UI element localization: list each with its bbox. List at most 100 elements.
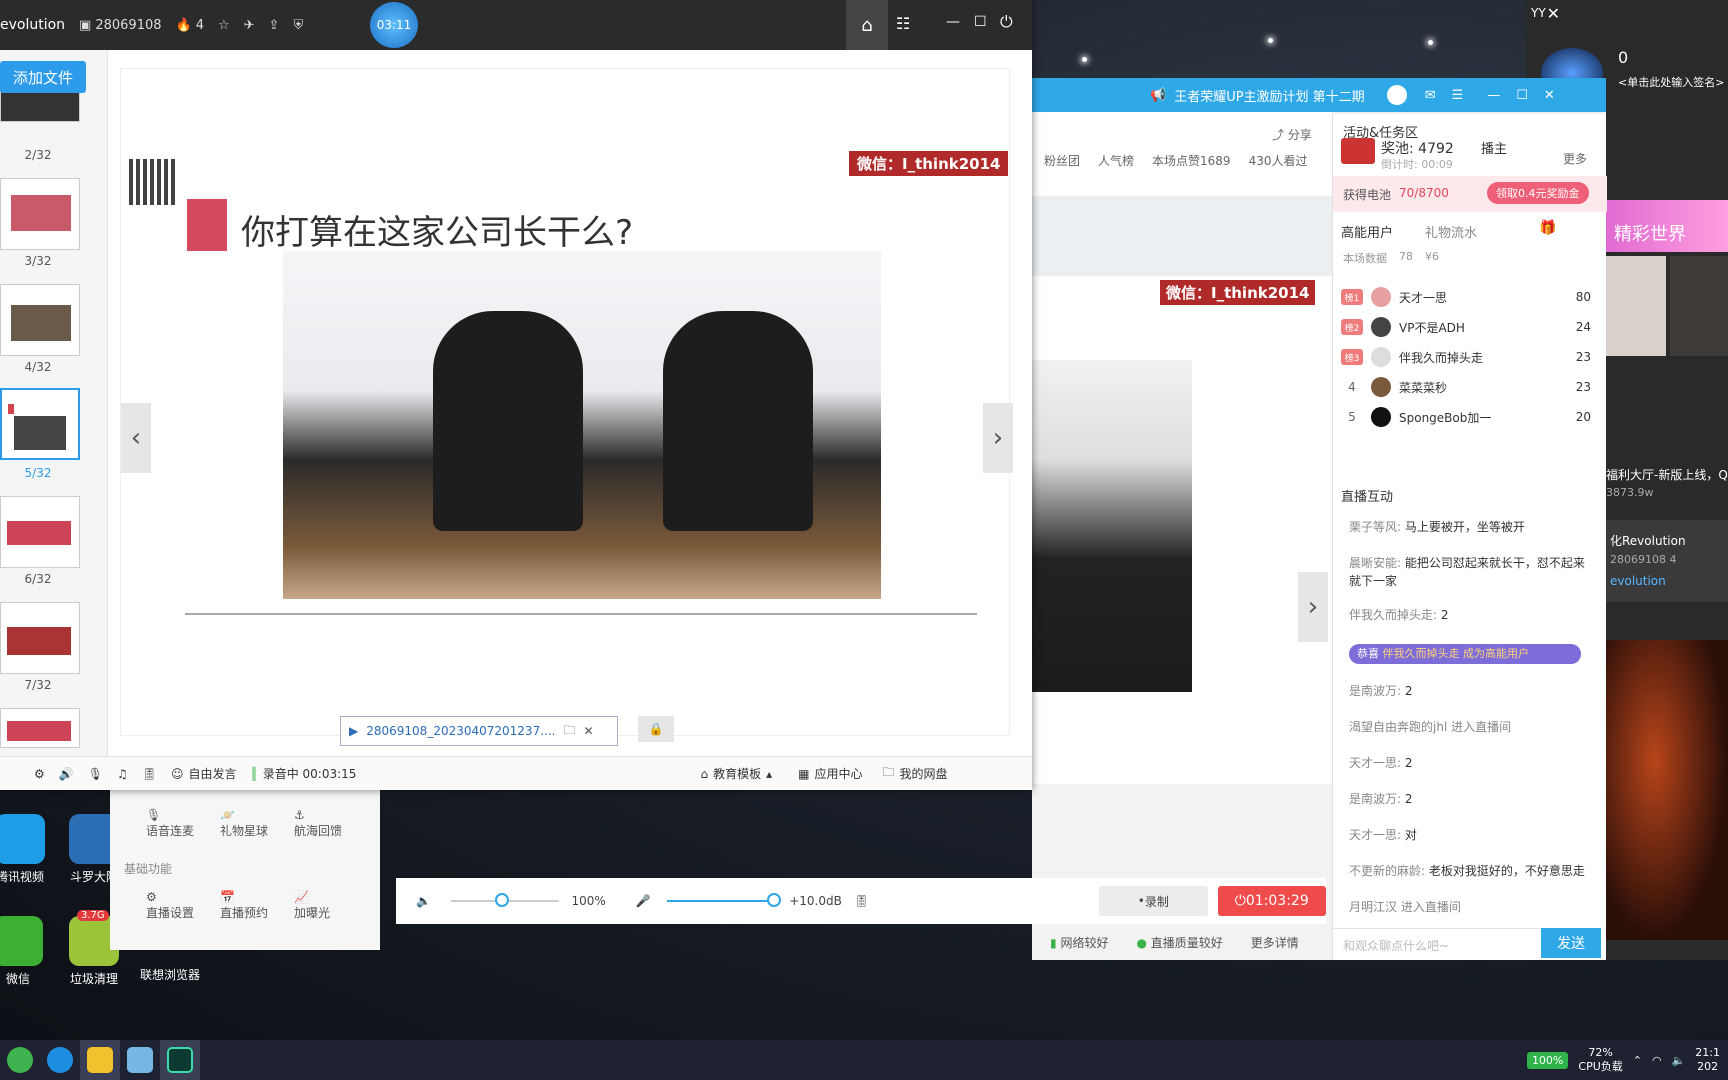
fans-club[interactable]: 粉丝团 bbox=[1044, 152, 1080, 169]
slide-thumb-active[interactable] bbox=[0, 388, 80, 460]
live-settings-button[interactable]: ⚙ 直播设置 bbox=[146, 890, 194, 921]
tab-gift-flow[interactable]: 礼物流水 bbox=[1425, 222, 1477, 241]
taskbar-app-obs[interactable] bbox=[80, 1040, 120, 1080]
slide-thumb[interactable] bbox=[0, 284, 80, 356]
high-user-row[interactable]: 榜2 VP不是ADH 24 bbox=[1341, 316, 1591, 338]
free-speech-button[interactable]: ☺ 自由发言 bbox=[171, 765, 237, 782]
stats-row: 本场数据 78 ¥6 bbox=[1343, 250, 1439, 265]
star-decoration bbox=[1428, 40, 1433, 45]
app-center-button[interactable]: ▦ 应用中心 bbox=[798, 765, 862, 782]
taskbar-app-image[interactable] bbox=[120, 1040, 160, 1080]
voyage-button[interactable]: ⚓ 航海回馈 bbox=[294, 808, 342, 839]
live-timer-button[interactable]: ⏻ 01:03:29 bbox=[1217, 886, 1327, 916]
battery-reward-button[interactable]: 领取0.4元奖励金 bbox=[1487, 182, 1589, 204]
star-decoration bbox=[1268, 38, 1273, 43]
yy-sign[interactable]: <单击此处输入签名> bbox=[1618, 74, 1724, 90]
close-icon[interactable]: ✕ bbox=[1544, 88, 1555, 103]
next-slide-button[interactable]: › bbox=[983, 403, 1013, 473]
mic-knob[interactable] bbox=[766, 893, 781, 907]
speaker-icon[interactable]: 🔈 bbox=[416, 894, 431, 908]
mic-slider[interactable] bbox=[666, 893, 781, 907]
gift-icon[interactable]: 🎁 bbox=[1539, 220, 1556, 236]
shield-icon[interactable]: ⛨ bbox=[293, 18, 303, 33]
desktop-icon-browser[interactable]: 联想浏览器 bbox=[130, 966, 210, 983]
mic-icon[interactable]: 🎙 bbox=[88, 767, 103, 781]
boost-button[interactable]: 📈 加曝光 bbox=[294, 890, 330, 921]
taskbar-app-360[interactable] bbox=[0, 1040, 40, 1080]
speaker-icon[interactable]: 🔊 bbox=[59, 767, 74, 781]
high-user-row[interactable]: 4 菜菜菜秒 23 bbox=[1341, 376, 1591, 398]
live-avatar[interactable] bbox=[1386, 85, 1407, 105]
battery-indicator[interactable]: 100% bbox=[1526, 1051, 1569, 1069]
avatar bbox=[1371, 317, 1391, 337]
high-user-row[interactable]: 榜3 伴我久而掉头走 23 bbox=[1341, 346, 1591, 368]
folder-icon[interactable]: 🗀 bbox=[563, 721, 575, 742]
power-icon[interactable]: ⏻ bbox=[1000, 12, 1013, 32]
taskbar-app-edge[interactable] bbox=[40, 1040, 80, 1080]
equalizer-icon[interactable]: 🎚 bbox=[142, 767, 157, 781]
slide-stage: 微信：I_think2014 你打算在这家公司长干么? ‹ › bbox=[120, 68, 1013, 736]
interact-title: 直播互动 bbox=[1341, 490, 1394, 505]
share-icon[interactable]: ⇪ bbox=[269, 18, 280, 33]
desktop-icon-tencent-video[interactable]: 腾讯视频 bbox=[0, 814, 60, 885]
mixer-icon[interactable]: 🎚 bbox=[854, 894, 869, 908]
volume-icon[interactable]: 🔈 bbox=[1672, 1054, 1686, 1067]
yy-close-icon[interactable]: ✕ bbox=[1547, 4, 1560, 23]
volume-knob[interactable] bbox=[494, 893, 509, 907]
activity-banner[interactable] bbox=[1341, 138, 1375, 164]
send-button[interactable]: 发送 bbox=[1541, 928, 1601, 958]
add-file-button[interactable]: 添加文件 bbox=[0, 61, 86, 93]
close-icon[interactable]: ✕ bbox=[583, 724, 593, 738]
mail-icon[interactable]: ✉ bbox=[1425, 88, 1436, 103]
lock-icon[interactable]: 🔒 bbox=[638, 716, 674, 742]
time[interactable]: 21:1 202 bbox=[1695, 1046, 1720, 1074]
yy-news[interactable]: 福利大厅-新版上线，Q bbox=[1606, 466, 1728, 483]
more-detail-link[interactable]: 更多详情 bbox=[1251, 934, 1299, 951]
settings-icon[interactable]: ⚙ bbox=[34, 767, 45, 781]
share-button[interactable]: ⤴ 分享 bbox=[1272, 126, 1312, 143]
taskbar-app-audition[interactable] bbox=[160, 1040, 200, 1080]
slide-photo bbox=[283, 251, 881, 599]
plane-icon[interactable]: ✈ bbox=[244, 18, 255, 33]
ppt-window: evolution ▣ 28069108 🔥 4 ☆ ✈ ⇪ ⛨ 03:11 ⌂… bbox=[0, 0, 1032, 790]
chevron-up-icon[interactable]: ⌃ bbox=[1633, 1054, 1642, 1067]
high-user-row[interactable]: 榜1 天才一思 80 bbox=[1341, 286, 1591, 308]
prize-pool: 奖池: 4792 bbox=[1381, 141, 1454, 157]
mic-icon[interactable]: 🎤 bbox=[636, 894, 651, 908]
home-icon[interactable]: ⌂ bbox=[846, 0, 888, 50]
preview-next-button[interactable]: › bbox=[1298, 572, 1328, 642]
minimize-icon[interactable]: — bbox=[946, 14, 960, 30]
wifi-icon[interactable]: ◠ bbox=[1652, 1054, 1662, 1067]
yy-photo-1 bbox=[1606, 256, 1666, 356]
menu-icon[interactable]: ☰ bbox=[1452, 88, 1464, 103]
star-icon[interactable]: ☆ bbox=[218, 18, 230, 33]
chat-input[interactable]: 和观众聊点什么吧~ bbox=[1333, 928, 1541, 960]
recording-status: ║ 录音中 00:03:15 bbox=[250, 766, 357, 782]
minimize-icon[interactable]: — bbox=[1487, 88, 1500, 103]
edu-template-button[interactable]: ⌂ 教育模板 ▴ bbox=[700, 765, 772, 782]
maximize-icon[interactable]: ☐ bbox=[974, 14, 987, 30]
desktop-icon-wechat[interactable]: 微信 bbox=[0, 916, 58, 987]
host-label: 播主 bbox=[1481, 142, 1508, 157]
record-button[interactable]: • 录制 bbox=[1099, 886, 1208, 916]
more-link[interactable]: 更多 bbox=[1563, 150, 1587, 167]
schedule-button[interactable]: 📅 直播预约 bbox=[220, 890, 268, 921]
voice-link-button[interactable]: 🎙 语音连麦 bbox=[146, 808, 194, 839]
gift-planet-button[interactable]: 🪐 礼物星球 bbox=[220, 808, 268, 839]
play-icon[interactable]: ▶ bbox=[349, 724, 358, 738]
slide-thumb[interactable] bbox=[0, 602, 80, 674]
yy-channel-card[interactable]: 化Revolution 28069108 4 evolution bbox=[1606, 520, 1728, 602]
slide-thumb[interactable] bbox=[0, 496, 80, 568]
music-icon[interactable]: ♫ bbox=[117, 767, 128, 781]
list-icon[interactable]: ☷ bbox=[896, 14, 910, 33]
volume-slider[interactable] bbox=[450, 893, 560, 907]
my-disk-button[interactable]: 🗀 我的网盘 bbox=[882, 763, 947, 784]
tab-high-users[interactable]: 高能用户 bbox=[1341, 222, 1393, 241]
slide-thumb[interactable] bbox=[0, 708, 80, 748]
slide-thumb[interactable] bbox=[0, 178, 80, 250]
maximize-icon[interactable]: ☐ bbox=[1516, 88, 1528, 103]
file-chip[interactable]: ▶ 28069108_20230407201237.... 🗀 ✕ bbox=[340, 716, 618, 746]
high-user-row[interactable]: 5 SpongeBob加一 20 bbox=[1341, 406, 1591, 428]
popular-rank[interactable]: 人气榜 bbox=[1098, 152, 1134, 169]
prev-slide-button[interactable]: ‹ bbox=[121, 403, 151, 473]
